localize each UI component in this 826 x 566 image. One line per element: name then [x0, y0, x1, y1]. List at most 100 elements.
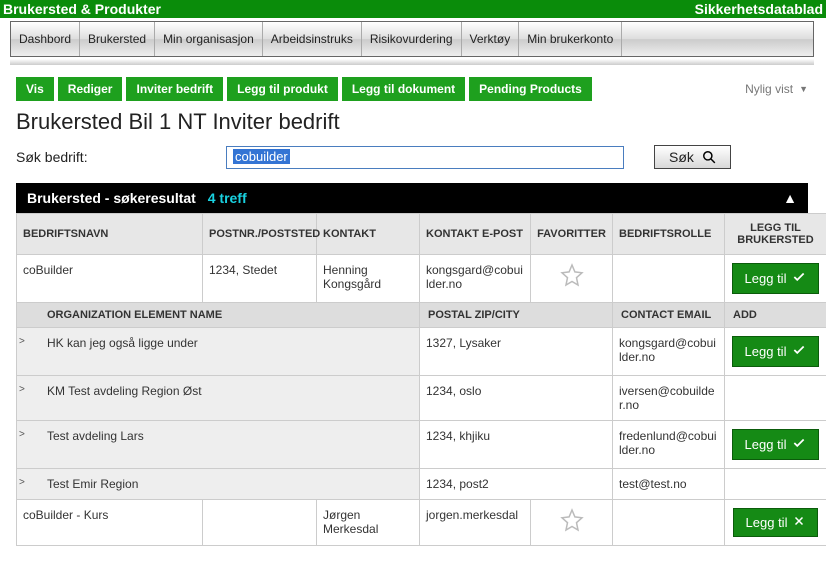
col-contact: KONTAKT	[317, 214, 420, 255]
results-title: Brukersted - søkeresultat	[27, 190, 196, 206]
add-button[interactable]: Legg til	[732, 263, 820, 294]
menu-item-arbeidsinstruks[interactable]: Arbeidsinstruks	[263, 22, 362, 56]
menu-item-min-organisasjon[interactable]: Min organisasjon	[155, 22, 263, 56]
col-postal: POSTNR./POSTSTED	[203, 214, 317, 255]
subcell-org: >Test Emir Region	[17, 469, 420, 500]
subcell-add: Legg til	[725, 328, 826, 376]
subcell-postal: 1234, post2	[420, 469, 613, 500]
col-favorites: FAVORITTER	[531, 214, 613, 255]
top-bar-right[interactable]: Sikkerhetsdatablad	[695, 1, 823, 17]
sub-row: >KM Test avdeling Region Øst1234, osloiv…	[17, 376, 826, 421]
cell-postal: 1234, Stedet	[203, 255, 317, 303]
add-button-label: Legg til	[746, 515, 788, 530]
search-button[interactable]: Søk	[654, 145, 731, 169]
add-button[interactable]: Legg til	[732, 429, 820, 460]
cell-favorite	[531, 500, 613, 546]
action-bar: VisRedigerInviter bedriftLegg til produk…	[16, 77, 592, 101]
expand-icon[interactable]: >	[19, 336, 25, 347]
add-button-label: Legg til	[745, 271, 787, 286]
cell-favorite	[531, 255, 613, 303]
cell-role	[613, 500, 725, 546]
cell-company: coBuilder	[17, 255, 203, 303]
cell-email: kongsgard@cobuilder.no	[420, 255, 531, 303]
menu-item-brukersted[interactable]: Brukersted	[80, 22, 155, 56]
expand-icon[interactable]: >	[19, 429, 25, 440]
cell-company: coBuilder - Kurs	[17, 500, 203, 546]
action-rediger[interactable]: Rediger	[58, 77, 123, 101]
subcell-org: >HK kan jeg også ligge under	[17, 328, 420, 376]
results-hit-count: 4 treff	[208, 190, 247, 206]
add-button[interactable]: Legg til	[732, 336, 820, 367]
action-pending-products[interactable]: Pending Products	[469, 77, 592, 101]
cell-postal	[203, 500, 317, 546]
search-icon	[702, 150, 716, 164]
add-button-label: Legg til	[745, 437, 787, 452]
subcell-email: test@test.no	[613, 469, 725, 500]
table-row: coBuilder - Kurs Jørgen Merkesdaljorgen.m…	[17, 500, 826, 546]
menu-item-dashbord[interactable]: Dashbord	[11, 22, 80, 56]
action-legg-til-produkt[interactable]: Legg til produkt	[227, 77, 338, 101]
expand-icon[interactable]: >	[19, 384, 25, 395]
page: DashbordBrukerstedMin organisasjonArbeid…	[0, 18, 824, 566]
subcell-add	[725, 469, 826, 500]
subcell-org: >Test avdeling Lars	[17, 421, 420, 469]
cell-role	[613, 255, 725, 303]
col-email: KONTAKT E-POST	[420, 214, 531, 255]
top-bar: Brukersted & Produkter Sikkerhetsdatabla…	[0, 0, 826, 18]
cell-email: jorgen.merkesdal	[420, 500, 531, 546]
subcol-postal: POSTAL ZIP/CITY	[420, 303, 613, 328]
collapse-icon[interactable]: ▲	[783, 190, 797, 206]
check-icon	[792, 436, 806, 453]
menu-item-min-brukerkonto[interactable]: Min brukerkonto	[519, 22, 622, 56]
subcell-email: iversen@cobuilder.no	[613, 376, 725, 421]
col-add: LEGG TIL BRUKERSTED	[725, 214, 826, 255]
table-row: coBuilder1234, StedetHenning Kongsgårdko…	[17, 255, 826, 303]
sub-row: >HK kan jeg også ligge under1327, Lysake…	[17, 328, 826, 376]
search-input-value: cobuilder	[233, 149, 290, 164]
top-bar-title: Brukersted & Produkter	[3, 1, 161, 17]
check-icon	[792, 270, 806, 287]
subcell-email: fredenlund@cobuilder.no	[613, 421, 725, 469]
subcol-org: ORGANIZATION ELEMENT NAME	[17, 303, 420, 328]
main-menu: DashbordBrukerstedMin organisasjonArbeid…	[10, 21, 814, 57]
action-inviter-bedrift[interactable]: Inviter bedrift	[126, 77, 223, 101]
action-row: VisRedigerInviter bedriftLegg til produk…	[16, 77, 808, 101]
cell-add: Legg til	[725, 500, 826, 546]
cell-add: Legg til	[725, 255, 826, 303]
recently-viewed-dropdown[interactable]: Nylig vist ▼	[745, 82, 808, 96]
menu-item-risikovurdering[interactable]: Risikovurdering	[362, 22, 462, 56]
menu-divider	[10, 59, 814, 65]
subcell-email: kongsgard@cobuilder.no	[613, 328, 725, 376]
sub-row: >Test avdeling Lars1234, khjikufredenlun…	[17, 421, 826, 469]
search-button-label: Søk	[669, 149, 694, 165]
action-legg-til-dokument[interactable]: Legg til dokument	[342, 77, 465, 101]
search-label: Søk bedrift:	[16, 149, 226, 165]
x-icon	[793, 515, 805, 530]
star-icon[interactable]	[560, 263, 584, 287]
results-table: BEDRIFTSNAVN POSTNR./POSTSTED KONTAKT KO…	[16, 213, 826, 546]
add-button[interactable]: Legg til	[733, 508, 819, 537]
subcell-add	[725, 376, 826, 421]
search-row: Søk bedrift: cobuilder Søk	[16, 145, 808, 169]
sub-row: >Test Emir Region1234, post2test@test.no	[17, 469, 826, 500]
check-icon	[792, 343, 806, 360]
sub-header-row: ORGANIZATION ELEMENT NAMEPOSTAL ZIP/CITY…	[17, 303, 826, 328]
col-role: BEDRIFTSROLLE	[613, 214, 725, 255]
col-company: BEDRIFTSNAVN	[17, 214, 203, 255]
cell-contact: Henning Kongsgård	[317, 255, 420, 303]
subcell-add: Legg til	[725, 421, 826, 469]
subcell-postal: 1234, khjiku	[420, 421, 613, 469]
menu-item-verktøy[interactable]: Verktøy	[462, 22, 520, 56]
subcell-postal: 1234, oslo	[420, 376, 613, 421]
subcol-email: CONTACT EMAIL	[613, 303, 725, 328]
expand-icon[interactable]: >	[19, 477, 25, 488]
action-vis[interactable]: Vis	[16, 77, 54, 101]
recently-viewed-label: Nylig vist	[745, 82, 793, 96]
subcell-postal: 1327, Lysaker	[420, 328, 613, 376]
page-title: Brukersted Bil 1 NT Inviter bedrift	[16, 109, 808, 135]
subcell-org: >KM Test avdeling Region Øst	[17, 376, 420, 421]
table-header-row: BEDRIFTSNAVN POSTNR./POSTSTED KONTAKT KO…	[17, 214, 826, 255]
cell-contact: Jørgen Merkesdal	[317, 500, 420, 546]
star-icon[interactable]	[560, 508, 584, 532]
search-input[interactable]: cobuilder	[226, 146, 624, 169]
